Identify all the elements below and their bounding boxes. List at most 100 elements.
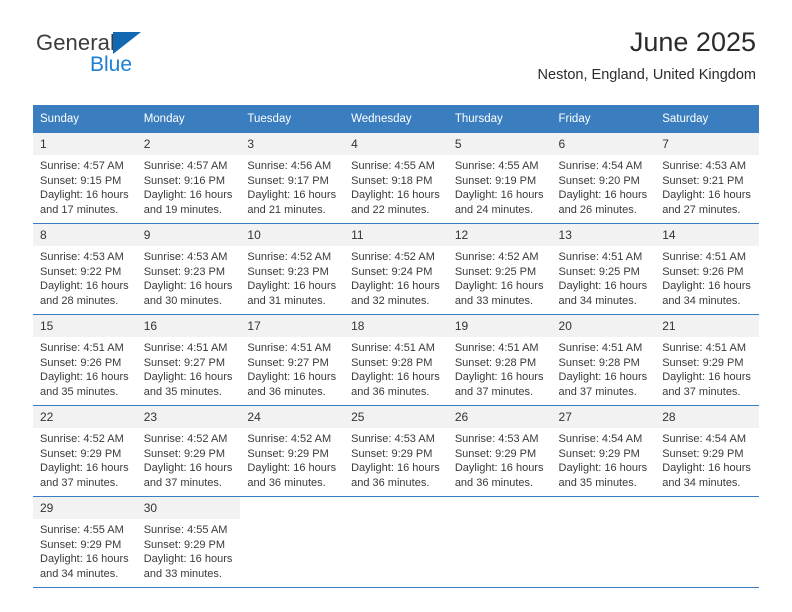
sunset-text: Sunset: 9:27 PM [143,356,226,369]
day-number: 13 [551,224,656,246]
day-details: Sunrise: 4:57 AM Sunset: 9:15 PM Daylight:… [33,155,137,217]
calendar-day-cell[interactable]: 4 Sunrise: 4:55 AM Sunset: 9:18 PM Daylight… [344,133,448,224]
day-details: Sunrise: 4:55 AM Sunset: 9:29 PM Daylight:… [33,519,137,581]
daylight-text-line1: Daylight: 16 hours [40,371,129,383]
daylight-text-line2: and 36 minutes. [351,385,430,398]
calendar-day-cell[interactable]: 12 Sunrise: 4:52 AM Sunset: 9:25 PM Dayligh… [447,223,552,315]
daylight-text-line1: Daylight: 16 hours [247,189,337,201]
daylight-text-line2: and 22 minutes. [351,203,430,216]
day-details: Sunrise: 4:51 AM Sunset: 9:29 PM Daylight:… [655,337,759,399]
calendar-day-cell-empty [344,496,448,587]
calendar-day-cell[interactable]: 24 Sunrise: 4:52 AM Sunset: 9:29 PM Dayligh… [240,405,345,497]
sunset-text: Sunset: 9:28 PM [558,356,640,369]
daylight-text-line2: and 33 minutes. [143,567,222,580]
calendar-day-cell[interactable]: 9 Sunrise: 4:53 AM Sunset: 9:23 PM Daylight… [136,223,241,315]
calendar-week-row: 15 Sunrise: 4:51 AM Sunset: 9:26 PM Dayligh… [33,314,759,406]
sunrise-text: Sunrise: 4:54 AM [558,160,643,172]
day-number: 27 [551,406,656,428]
sunset-text: Sunset: 9:28 PM [351,356,433,369]
day-number: 5 [447,133,552,155]
day-number: 25 [344,406,448,428]
sunrise-text: Sunrise: 4:53 AM [143,251,228,263]
triangle-icon [112,32,141,54]
day-number: 2 [136,133,241,155]
day-details: Sunrise: 4:52 AM Sunset: 9:29 PM Daylight:… [240,428,344,490]
calendar-day-cell[interactable]: 14 Sunrise: 4:51 AM Sunset: 9:26 PM Dayligh… [655,223,759,315]
calendar-day-cell[interactable]: 15 Sunrise: 4:51 AM Sunset: 9:26 PM Dayligh… [33,314,137,406]
calendar-day-cell[interactable]: 21 Sunrise: 4:51 AM Sunset: 9:29 PM Dayligh… [655,314,759,406]
day-details [240,519,344,523]
day-details [448,519,552,523]
day-number: 15 [33,315,137,337]
sunrise-text: Sunrise: 4:52 AM [247,251,332,263]
daylight-text-line2: and 27 minutes. [662,203,741,216]
daylight-text-line1: Daylight: 16 hours [662,371,751,383]
daylight-text-line2: and 32 minutes. [351,294,430,307]
sunrise-text: Sunrise: 4:54 AM [662,433,746,445]
calendar-day-cell[interactable]: 18 Sunrise: 4:51 AM Sunset: 9:28 PM Dayligh… [344,314,448,406]
daylight-text-line2: and 17 minutes. [40,203,119,216]
calendar-day-cell[interactable]: 3 Sunrise: 4:56 AM Sunset: 9:17 PM Daylight… [240,133,345,224]
weekday-header-friday: Friday [551,105,656,133]
calendar-day-cell[interactable]: 19 Sunrise: 4:51 AM Sunset: 9:28 PM Dayligh… [447,314,552,406]
sunrise-text: Sunrise: 4:51 AM [40,342,124,354]
calendar-day-cell[interactable]: 13 Sunrise: 4:51 AM Sunset: 9:25 PM Dayligh… [551,223,656,315]
day-details: Sunrise: 4:51 AM Sunset: 9:25 PM Daylight:… [552,246,656,308]
calendar-day-cell[interactable]: 7 Sunrise: 4:53 AM Sunset: 9:21 PM Daylight… [655,133,759,224]
calendar-day-cell[interactable]: 1 Sunrise: 4:57 AM Sunset: 9:15 PM Daylight… [33,133,137,224]
calendar-day-cell[interactable]: 27 Sunrise: 4:54 AM Sunset: 9:29 PM Dayligh… [551,405,656,497]
daylight-text-line1: Daylight: 16 hours [143,280,233,292]
day-details: Sunrise: 4:54 AM Sunset: 9:20 PM Daylight:… [552,155,656,217]
calendar-day-cell[interactable]: 25 Sunrise: 4:53 AM Sunset: 9:29 PM Dayligh… [344,405,448,497]
day-number: 10 [240,224,345,246]
day-number: 6 [551,133,656,155]
calendar-day-cell[interactable]: 23 Sunrise: 4:52 AM Sunset: 9:29 PM Dayligh… [136,405,241,497]
calendar-day-cell[interactable]: 28 Sunrise: 4:54 AM Sunset: 9:29 PM Dayligh… [655,405,759,497]
day-number: 18 [344,315,448,337]
sunrise-text: Sunrise: 4:52 AM [454,251,539,263]
day-number: 26 [447,406,552,428]
daylight-text-line2: and 37 minutes. [40,476,119,489]
day-details: Sunrise: 4:54 AM Sunset: 9:29 PM Daylight:… [655,428,759,490]
page-header: General Blue June 2025 Neston, England, … [0,0,792,83]
daylight-text-line2: and 37 minutes. [558,385,637,398]
day-number [344,497,448,519]
daylight-text-line1: Daylight: 16 hours [558,371,648,383]
sunrise-text: Sunrise: 4:57 AM [143,160,228,172]
sunset-text: Sunset: 9:29 PM [351,447,433,460]
calendar-bottom-border [33,587,759,588]
day-number: 3 [240,133,345,155]
brand-name-general: General [36,30,115,55]
calendar-day-cell[interactable]: 6 Sunrise: 4:54 AM Sunset: 9:20 PM Daylight… [551,133,656,224]
calendar-day-cell[interactable]: 8 Sunrise: 4:53 AM Sunset: 9:22 PM Daylight… [33,223,137,315]
calendar-day-cell[interactable]: 29 Sunrise: 4:55 AM Sunset: 9:29 PM Dayligh… [33,496,137,587]
sunrise-text: Sunrise: 4:52 AM [143,433,228,445]
daylight-text-line1: Daylight: 16 hours [143,189,233,201]
calendar-day-cell[interactable]: 5 Sunrise: 4:55 AM Sunset: 9:19 PM Daylight… [447,133,552,224]
day-details: Sunrise: 4:51 AM Sunset: 9:27 PM Daylight:… [137,337,241,399]
calendar-day-cell[interactable]: 16 Sunrise: 4:51 AM Sunset: 9:27 PM Dayligh… [136,314,241,406]
sunset-text: Sunset: 9:21 PM [662,174,744,187]
day-details: Sunrise: 4:53 AM Sunset: 9:29 PM Daylight:… [344,428,448,490]
day-number: 17 [240,315,345,337]
calendar-day-cell[interactable]: 20 Sunrise: 4:51 AM Sunset: 9:28 PM Dayligh… [551,314,656,406]
day-details: Sunrise: 4:51 AM Sunset: 9:28 PM Daylight:… [448,337,552,399]
sunset-text: Sunset: 9:22 PM [40,265,122,278]
calendar-day-cell[interactable]: 17 Sunrise: 4:51 AM Sunset: 9:27 PM Dayligh… [240,314,345,406]
calendar-day-cell[interactable]: 26 Sunrise: 4:53 AM Sunset: 9:29 PM Dayligh… [447,405,552,497]
calendar-day-cell-empty [447,496,552,587]
calendar-day-cell[interactable]: 2 Sunrise: 4:57 AM Sunset: 9:16 PM Daylight… [136,133,241,224]
calendar-day-cell[interactable]: 10 Sunrise: 4:52 AM Sunset: 9:23 PM Dayligh… [240,223,345,315]
sunrise-text: Sunrise: 4:51 AM [143,342,228,354]
sunset-text: Sunset: 9:26 PM [662,265,744,278]
day-details: Sunrise: 4:56 AM Sunset: 9:17 PM Daylight:… [240,155,344,217]
day-number: 24 [240,406,345,428]
day-number [447,497,552,519]
daylight-text-line2: and 35 minutes. [40,385,119,398]
day-details: Sunrise: 4:52 AM Sunset: 9:29 PM Daylight:… [137,428,241,490]
calendar-day-cell[interactable]: 11 Sunrise: 4:52 AM Sunset: 9:24 PM Dayligh… [344,223,448,315]
day-number [551,497,656,519]
general-blue-logo[interactable]: General Blue [36,32,216,80]
calendar-day-cell[interactable]: 22 Sunrise: 4:52 AM Sunset: 9:29 PM Dayligh… [33,405,137,497]
calendar-day-cell[interactable]: 30 Sunrise: 4:55 AM Sunset: 9:29 PM Dayligh… [136,496,241,587]
